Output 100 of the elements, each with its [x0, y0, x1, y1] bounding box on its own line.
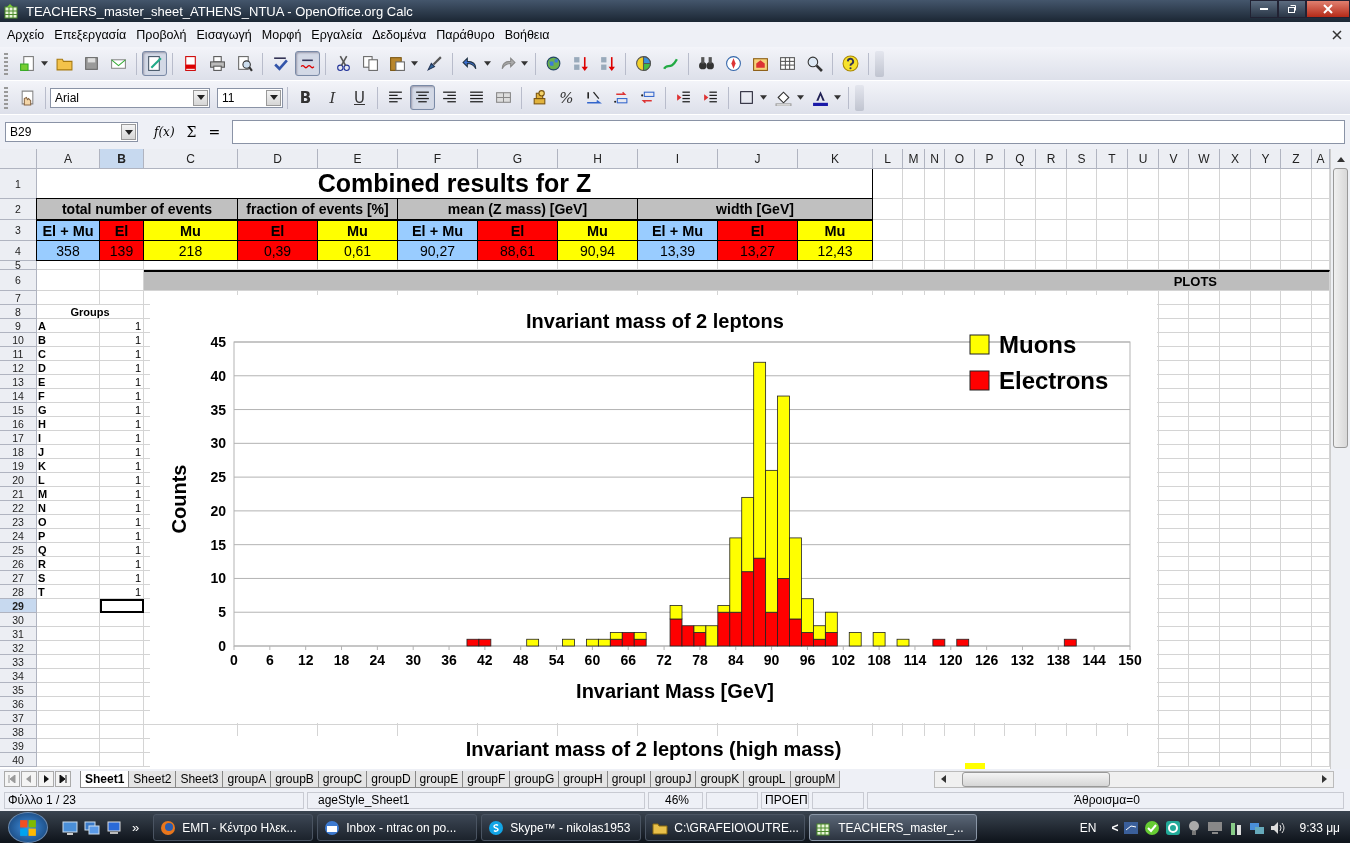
row-header[interactable]: 35: [0, 683, 37, 697]
font-size-field[interactable]: 11: [217, 87, 283, 108]
menu-item[interactable]: Αρχείο: [2, 27, 50, 42]
row-header[interactable]: 12: [0, 361, 37, 375]
first-sheet-button[interactable]: [4, 771, 20, 787]
check-circle-icon[interactable]: [1144, 819, 1161, 836]
function-wizard-button[interactable]: f(x): [148, 125, 181, 139]
target-icon[interactable]: [1165, 819, 1182, 836]
minimize-button[interactable]: [1250, 0, 1278, 18]
row-header[interactable]: 21: [0, 487, 37, 501]
column-header[interactable]: J: [718, 149, 798, 169]
row-header[interactable]: 40: [0, 753, 37, 767]
sheet-tab[interactable]: groupC: [317, 770, 368, 788]
scrollbar-thumb[interactable]: [962, 771, 1110, 787]
desktop-icon[interactable]: [62, 819, 78, 836]
row-header[interactable]: 23: [0, 515, 37, 529]
column-header[interactable]: E: [318, 149, 398, 169]
sheet-tab[interactable]: groupJ: [649, 770, 697, 788]
column-header[interactable]: W: [1189, 149, 1220, 169]
row-header[interactable]: 19: [0, 459, 37, 473]
close-icon[interactable]: [1332, 29, 1342, 40]
row-header[interactable]: 25: [0, 543, 37, 557]
next-sheet-button[interactable]: [38, 771, 54, 787]
last-sheet-button[interactable]: [55, 771, 71, 787]
row-header[interactable]: 24: [0, 529, 37, 543]
caret-icon[interactable]: [797, 95, 804, 100]
name-box[interactable]: B29: [5, 122, 138, 142]
taskbar-button[interactable]: ΕΜΠ - Κέντρο Ηλεκ...: [153, 814, 314, 841]
column-header[interactable]: B: [100, 149, 144, 169]
row-header[interactable]: 20: [0, 473, 37, 487]
toolbar-button[interactable]: U: [347, 85, 372, 110]
caret-icon[interactable]: [521, 61, 528, 66]
column-header[interactable]: X: [1220, 149, 1251, 169]
column-header[interactable]: F: [398, 149, 478, 169]
formula-input-field[interactable]: [232, 120, 1345, 144]
row-header[interactable]: 31: [0, 627, 37, 641]
row-header[interactable]: 10: [0, 333, 37, 347]
close-button[interactable]: [1306, 0, 1350, 18]
column-header[interactable]: D: [238, 149, 318, 169]
row-header[interactable]: 13: [0, 375, 37, 389]
sheet-tab[interactable]: groupD: [366, 770, 416, 788]
sheet-tab[interactable]: groupM: [789, 770, 841, 788]
sheet-tab[interactable]: groupA: [222, 770, 272, 788]
tray-app-icon[interactable]: [1123, 819, 1140, 836]
sheet-tab[interactable]: groupK: [695, 770, 745, 788]
show-hidden-icons-button[interactable]: <: [1111, 820, 1119, 835]
font-name-field[interactable]: Arial: [50, 87, 210, 108]
caret-icon[interactable]: [41, 61, 48, 66]
toolbar-button[interactable]: B: [293, 85, 318, 110]
row-header[interactable]: 9: [0, 319, 37, 333]
column-header[interactable]: K: [798, 149, 873, 169]
sheet-tab[interactable]: groupL: [743, 770, 791, 788]
window-switch-icon[interactable]: [84, 819, 100, 836]
row-header[interactable]: 22: [0, 501, 37, 515]
scroll-up-icon[interactable]: [1336, 157, 1345, 162]
start-button[interactable]: [8, 812, 48, 843]
column-header[interactable]: M: [903, 149, 925, 169]
row-header[interactable]: 3: [0, 220, 37, 241]
row-header[interactable]: 7: [0, 291, 37, 305]
column-header[interactable]: O: [945, 149, 975, 169]
menu-item[interactable]: Δεδομένα: [367, 27, 432, 42]
sheet-tab[interactable]: groupF: [462, 770, 511, 788]
column-header[interactable]: A: [37, 149, 100, 169]
scroll-left-icon[interactable]: [941, 775, 946, 783]
taskbar-button[interactable]: Inbox - ntrac on po...: [317, 814, 478, 841]
column-header[interactable]: Q: [1005, 149, 1036, 169]
caret-icon[interactable]: [834, 95, 841, 100]
row-header[interactable]: 14: [0, 389, 37, 403]
taskbar-button[interactable]: Skype™ - nikolas1953: [481, 814, 642, 841]
column-header[interactable]: S: [1067, 149, 1097, 169]
sheet-tab[interactable]: groupG: [509, 770, 560, 788]
row-header[interactable]: 5: [0, 261, 37, 270]
sheet-tab[interactable]: Sheet2: [128, 770, 177, 788]
sheet-tab[interactable]: groupH: [558, 770, 608, 788]
sheet-tab[interactable]: groupI: [606, 770, 651, 788]
column-header[interactable]: R: [1036, 149, 1067, 169]
row-header[interactable]: 27: [0, 571, 37, 585]
menu-item[interactable]: Παράθυρο: [431, 27, 500, 42]
column-header[interactable]: T: [1097, 149, 1128, 169]
row-header[interactable]: 16: [0, 417, 37, 431]
column-header[interactable]: N: [925, 149, 945, 169]
cell-cursor[interactable]: [100, 599, 144, 613]
column-header[interactable]: Y: [1251, 149, 1281, 169]
menu-item[interactable]: Εργαλεία: [306, 27, 368, 42]
toolbar-button[interactable]: [410, 85, 435, 110]
toolbar-button[interactable]: [142, 51, 167, 76]
menu-item[interactable]: Επεξεργασία: [49, 27, 132, 42]
formula-button[interactable]: =: [202, 124, 227, 140]
column-header[interactable]: I: [638, 149, 718, 169]
caret-icon[interactable]: [411, 61, 418, 66]
column-header[interactable]: Z: [1281, 149, 1312, 169]
scrollbar-thumb[interactable]: [1333, 168, 1348, 448]
monitor-icon[interactable]: [1207, 819, 1224, 836]
row-header[interactable]: 2: [0, 199, 37, 220]
toolbar-button[interactable]: I: [320, 85, 345, 110]
menu-item[interactable]: Μορφή: [256, 27, 307, 42]
row-header[interactable]: 1: [0, 169, 37, 199]
row-header[interactable]: 8: [0, 305, 37, 319]
taskbar-button[interactable]: C:\GRAFEIO\OUTRE...: [645, 814, 806, 841]
column-header[interactable]: U: [1128, 149, 1159, 169]
